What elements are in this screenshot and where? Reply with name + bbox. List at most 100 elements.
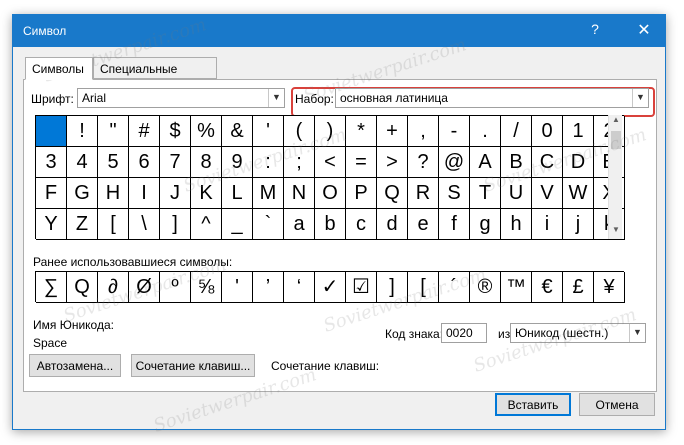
- symbol-cell[interactable]: .: [470, 116, 501, 147]
- cancel-button[interactable]: Отмена: [579, 393, 655, 416]
- char-code-input[interactable]: 0020: [441, 323, 487, 343]
- symbol-cell[interactable]: Q: [377, 178, 408, 209]
- recent-symbol-cell[interactable]: ™: [501, 272, 532, 303]
- symbol-cell[interactable]: M: [253, 178, 284, 209]
- symbol-cell[interactable]: 0: [532, 116, 563, 147]
- symbol-cell[interactable]: =: [346, 147, 377, 178]
- symbol-cell[interactable]: f: [439, 209, 470, 240]
- symbol-cell[interactable]: S: [439, 178, 470, 209]
- symbol-cell[interactable]: ]: [160, 209, 191, 240]
- symbol-cell[interactable]: 7: [160, 147, 191, 178]
- symbol-cell[interactable]: ^: [191, 209, 222, 240]
- symbol-cell[interactable]: :: [253, 147, 284, 178]
- symbol-cell[interactable]: A: [470, 147, 501, 178]
- symbol-cell[interactable]: `: [253, 209, 284, 240]
- recent-symbol-cell[interactable]: ‘: [284, 272, 315, 303]
- symbol-cell[interactable]: @: [439, 147, 470, 178]
- symbol-cell[interactable]: [: [98, 209, 129, 240]
- symbol-cell[interactable]: 3: [36, 147, 67, 178]
- symbol-cell[interactable]: b: [315, 209, 346, 240]
- symbol-cell[interactable]: (: [284, 116, 315, 147]
- recent-symbol-cell[interactable]: ®: [470, 272, 501, 303]
- symbol-cell[interactable]: K: [191, 178, 222, 209]
- symbol-cell[interactable]: 1: [563, 116, 594, 147]
- symbol-cell[interactable]: F: [36, 178, 67, 209]
- recent-symbol-cell[interactable]: Ø: [129, 272, 160, 303]
- symbol-cell[interactable]: +: [377, 116, 408, 147]
- symbol-cell[interactable]: ): [315, 116, 346, 147]
- symbol-cell[interactable]: J: [160, 178, 191, 209]
- symbol-cell[interactable]: *: [346, 116, 377, 147]
- symbol-cell[interactable]: N: [284, 178, 315, 209]
- symbol-cell[interactable]: i: [532, 209, 563, 240]
- recent-symbol-cell[interactable]: ': [222, 272, 253, 303]
- symbol-cell[interactable]: h: [501, 209, 532, 240]
- symbol-cell[interactable]: Z: [67, 209, 98, 240]
- symbol-cell[interactable]: d: [377, 209, 408, 240]
- symbol-cell[interactable]: T: [470, 178, 501, 209]
- symbol-cell[interactable]: G: [67, 178, 98, 209]
- recent-symbol-cell[interactable]: [: [408, 272, 439, 303]
- symbol-cell[interactable]: R: [408, 178, 439, 209]
- shortcut-key-button[interactable]: Сочетание клавиш...: [131, 354, 255, 377]
- symbol-cell[interactable]: H: [98, 178, 129, 209]
- symbol-cell[interactable]: L: [222, 178, 253, 209]
- recent-symbol-cell[interactable]: ☑: [346, 272, 377, 303]
- from-select[interactable]: Юникод (шестн.) ▼: [510, 323, 646, 343]
- symbol-cell[interactable]: %: [191, 116, 222, 147]
- help-button[interactable]: ?: [583, 21, 607, 41]
- symbol-cell[interactable]: a: [284, 209, 315, 240]
- symbol-cell[interactable]: P: [346, 178, 377, 209]
- symbol-cell[interactable]: <: [315, 147, 346, 178]
- scroll-up-icon[interactable]: ▲: [609, 115, 623, 129]
- symbol-cell[interactable]: j: [563, 209, 594, 240]
- recent-symbol-cell[interactable]: ∑: [36, 272, 67, 303]
- symbol-cell[interactable]: -: [439, 116, 470, 147]
- scroll-thumb[interactable]: [611, 131, 621, 149]
- recent-symbol-cell[interactable]: €: [532, 272, 563, 303]
- symbol-cell[interactable]: [36, 116, 67, 147]
- autocorrect-button[interactable]: Автозамена...: [29, 354, 121, 377]
- symbol-cell[interactable]: 6: [129, 147, 160, 178]
- recent-symbol-cell[interactable]: ✓: [315, 272, 346, 303]
- recent-symbol-cell[interactable]: Q: [67, 272, 98, 303]
- recent-symbol-cell[interactable]: £: [563, 272, 594, 303]
- symbol-cell[interactable]: g: [470, 209, 501, 240]
- symbol-cell[interactable]: ': [253, 116, 284, 147]
- symbol-cell[interactable]: D: [563, 147, 594, 178]
- symbol-cell[interactable]: #: [129, 116, 160, 147]
- symbol-cell[interactable]: W: [563, 178, 594, 209]
- symbol-cell[interactable]: !: [67, 116, 98, 147]
- symbol-cell[interactable]: &: [222, 116, 253, 147]
- symbol-cell[interactable]: I: [129, 178, 160, 209]
- close-button[interactable]: ✕: [629, 20, 659, 42]
- chevron-down-icon[interactable]: ▼: [632, 89, 648, 107]
- recent-symbol-cell[interactable]: ¥: [594, 272, 625, 303]
- symbol-cell[interactable]: C: [532, 147, 563, 178]
- symbol-cell[interactable]: c: [346, 209, 377, 240]
- symbol-cell[interactable]: ?: [408, 147, 439, 178]
- symbol-cell[interactable]: 9: [222, 147, 253, 178]
- tab-symbols[interactable]: Символы: [25, 57, 93, 80]
- symbol-cell[interactable]: ,: [408, 116, 439, 147]
- insert-button[interactable]: Вставить: [495, 393, 571, 416]
- symbol-cell[interactable]: $: [160, 116, 191, 147]
- scroll-down-icon[interactable]: ▼: [609, 225, 623, 239]
- symbol-cell[interactable]: ;: [284, 147, 315, 178]
- font-select[interactable]: Arial ▼: [77, 88, 285, 108]
- recent-symbol-cell[interactable]: º: [160, 272, 191, 303]
- recent-symbol-cell[interactable]: ∂: [98, 272, 129, 303]
- chevron-down-icon[interactable]: ▼: [629, 324, 645, 342]
- chevron-down-icon[interactable]: ▼: [268, 89, 284, 107]
- recent-symbol-cell[interactable]: ⅝: [191, 272, 222, 303]
- tab-special-characters[interactable]: Специальные знаки: [93, 57, 217, 90]
- symbol-cell[interactable]: V: [532, 178, 563, 209]
- symbol-cell[interactable]: 8: [191, 147, 222, 178]
- symbol-cell[interactable]: U: [501, 178, 532, 209]
- symbol-cell[interactable]: >: [377, 147, 408, 178]
- symbol-cell[interactable]: 4: [67, 147, 98, 178]
- symbol-cell[interactable]: _: [222, 209, 253, 240]
- symbol-cell[interactable]: ": [98, 116, 129, 147]
- symbol-cell[interactable]: Y: [36, 209, 67, 240]
- symbol-cell[interactable]: e: [408, 209, 439, 240]
